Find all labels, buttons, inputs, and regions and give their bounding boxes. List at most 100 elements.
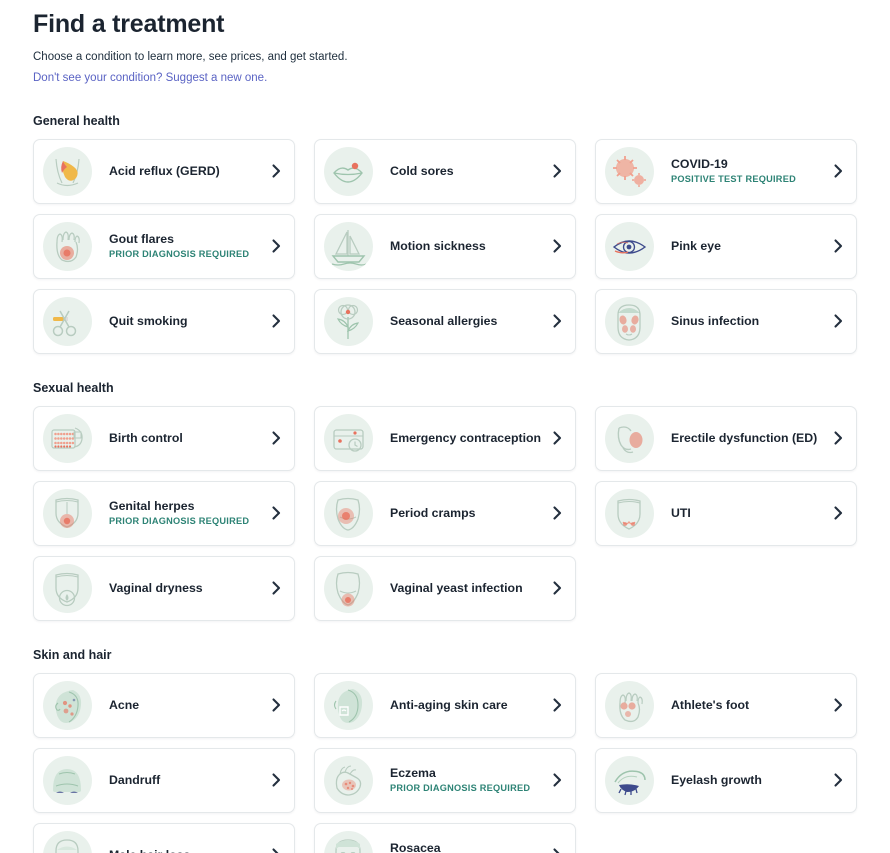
pelvis-dryness-icon	[43, 563, 92, 613]
condition-card[interactable]: Vaginal yeast infection	[314, 555, 576, 621]
chevron-right-icon[interactable]	[270, 164, 282, 178]
condition-label: Erectile dysfunction (ED)	[671, 430, 818, 445]
sailboat-icon	[324, 221, 373, 271]
virus-icon	[605, 146, 654, 196]
condition-card-body: Dandruff	[92, 773, 270, 788]
chevron-right-icon[interactable]	[551, 848, 563, 853]
chevron-right-icon[interactable]	[551, 431, 563, 445]
condition-card[interactable]: Acid reflux (GERD)	[33, 138, 295, 204]
condition-label: Rosacea	[390, 840, 441, 853]
chevron-right-icon[interactable]	[270, 773, 282, 787]
section-title: General health	[33, 113, 120, 128]
section-general-health: General health Acid reflux (GERD) Cold sor…	[33, 113, 857, 354]
eyelash-icon	[605, 755, 654, 805]
chevron-right-icon[interactable]	[270, 698, 282, 712]
chevron-right-icon[interactable]	[832, 239, 844, 253]
foot-gout-icon	[43, 221, 92, 271]
condition-card[interactable]: Dandruff	[33, 747, 295, 813]
chevron-right-icon[interactable]	[832, 164, 844, 178]
foot-athletes-icon	[605, 680, 654, 730]
chevron-right-icon[interactable]	[832, 431, 844, 445]
face-sinus-icon	[605, 296, 654, 346]
condition-card[interactable]: Birth control	[33, 405, 295, 471]
condition-card-body: Gout flares PRIOR DIAGNOSIS REQUIRED	[92, 232, 270, 261]
find-a-treatment-page: Find a treatment Choose a condition to l…	[0, 0, 890, 853]
chevron-right-icon[interactable]	[270, 431, 282, 445]
section-skin-and-hair: Skin and hair Acne Anti-aging skin care Ath…	[33, 648, 857, 853]
pelvis-uti-icon	[605, 488, 654, 538]
condition-card[interactable]: Cold sores	[314, 138, 576, 204]
condition-card[interactable]: Pink eye	[595, 213, 857, 279]
chevron-right-icon[interactable]	[270, 581, 282, 595]
chevron-right-icon[interactable]	[270, 239, 282, 253]
condition-card[interactable]: Quit smoking	[33, 288, 295, 354]
condition-card[interactable]: Emergency contraception	[314, 405, 576, 471]
chevron-right-icon[interactable]	[832, 698, 844, 712]
pill-pack-icon	[43, 413, 92, 463]
condition-card[interactable]: Acne	[33, 672, 295, 738]
chevron-right-icon[interactable]	[270, 506, 282, 520]
pill-box-icon	[324, 413, 373, 463]
condition-label: Dandruff	[109, 772, 161, 787]
condition-card-body: Eyelash growth	[654, 773, 832, 788]
condition-card[interactable]: Period cramps	[314, 480, 576, 546]
chevron-right-icon[interactable]	[832, 773, 844, 787]
pelvis-herpes-icon	[43, 488, 92, 538]
condition-label: Vaginal yeast infection	[390, 580, 523, 595]
face-antiaging-icon	[324, 680, 373, 730]
condition-card[interactable]: Erectile dysfunction (ED)	[595, 405, 857, 471]
abdomen-cramps-icon	[324, 488, 373, 538]
head-hairloss-icon	[43, 830, 92, 853]
condition-card-body: Erectile dysfunction (ED)	[654, 431, 832, 446]
chevron-right-icon[interactable]	[551, 164, 563, 178]
chevron-right-icon[interactable]	[551, 239, 563, 253]
condition-card-body: Vaginal dryness	[92, 581, 270, 596]
condition-card[interactable]: UTI	[595, 480, 857, 546]
face-acne-icon	[43, 680, 92, 730]
condition-grid: Birth control Emergency contraception Erec…	[33, 405, 857, 621]
condition-card-body: Genital herpes PRIOR DIAGNOSIS REQUIRED	[92, 499, 270, 528]
page-subtitle: Choose a condition to learn more, see pr…	[33, 50, 348, 63]
condition-label: Period cramps	[390, 505, 476, 520]
condition-card-body: Eczema PRIOR DIAGNOSIS REQUIRED	[373, 766, 551, 795]
chevron-right-icon[interactable]	[551, 773, 563, 787]
condition-label: Sinus infection	[671, 313, 760, 328]
condition-card[interactable]: Vaginal dryness	[33, 555, 295, 621]
condition-card[interactable]: Anti-aging skin care	[314, 672, 576, 738]
condition-card[interactable]: Eyelash growth	[595, 747, 857, 813]
condition-label: Genital herpes	[109, 498, 195, 513]
condition-card[interactable]: Male hair loss	[33, 822, 295, 853]
condition-card-body: Vaginal yeast infection	[373, 581, 551, 596]
condition-card[interactable]: Sinus infection	[595, 288, 857, 354]
condition-card-body: COVID-19 POSITIVE TEST REQUIRED	[654, 157, 832, 186]
condition-label: Anti-aging skin care	[390, 697, 508, 712]
chevron-right-icon[interactable]	[551, 581, 563, 595]
condition-card[interactable]: Athlete's foot	[595, 672, 857, 738]
eye-icon	[605, 221, 654, 271]
face-rosacea-icon	[324, 830, 373, 853]
condition-card[interactable]: Seasonal allergies	[314, 288, 576, 354]
condition-card[interactable]: Eczema PRIOR DIAGNOSIS REQUIRED	[314, 747, 576, 813]
condition-card[interactable]: Motion sickness	[314, 213, 576, 279]
page-title: Find a treatment	[33, 10, 225, 38]
chevron-right-icon[interactable]	[832, 506, 844, 520]
condition-card[interactable]: Gout flares PRIOR DIAGNOSIS REQUIRED	[33, 213, 295, 279]
chevron-right-icon[interactable]	[832, 314, 844, 328]
scissors-cigarette-icon	[43, 296, 92, 346]
condition-card-body: Sinus infection	[654, 314, 832, 329]
chevron-right-icon[interactable]	[270, 314, 282, 328]
condition-card[interactable]: COVID-19 POSITIVE TEST REQUIRED	[595, 138, 857, 204]
condition-card-body: Motion sickness	[373, 239, 551, 254]
stomach-icon	[43, 146, 92, 196]
suggest-condition-link[interactable]: Don't see your condition? Suggest a new …	[33, 71, 267, 87]
condition-label: Acid reflux (GERD)	[109, 163, 220, 178]
condition-card[interactable]: Genital herpes PRIOR DIAGNOSIS REQUIRED	[33, 480, 295, 546]
condition-card[interactable]: RosaceaPRIOR DIAGNOSIS REQUIRED	[314, 822, 576, 853]
chevron-right-icon[interactable]	[551, 698, 563, 712]
condition-label: Eczema	[390, 765, 436, 780]
chevron-right-icon[interactable]	[551, 506, 563, 520]
chevron-right-icon[interactable]	[551, 314, 563, 328]
condition-card-body: Male hair loss	[92, 848, 270, 853]
male-anatomy-icon	[605, 413, 654, 463]
chevron-right-icon[interactable]	[270, 848, 282, 853]
